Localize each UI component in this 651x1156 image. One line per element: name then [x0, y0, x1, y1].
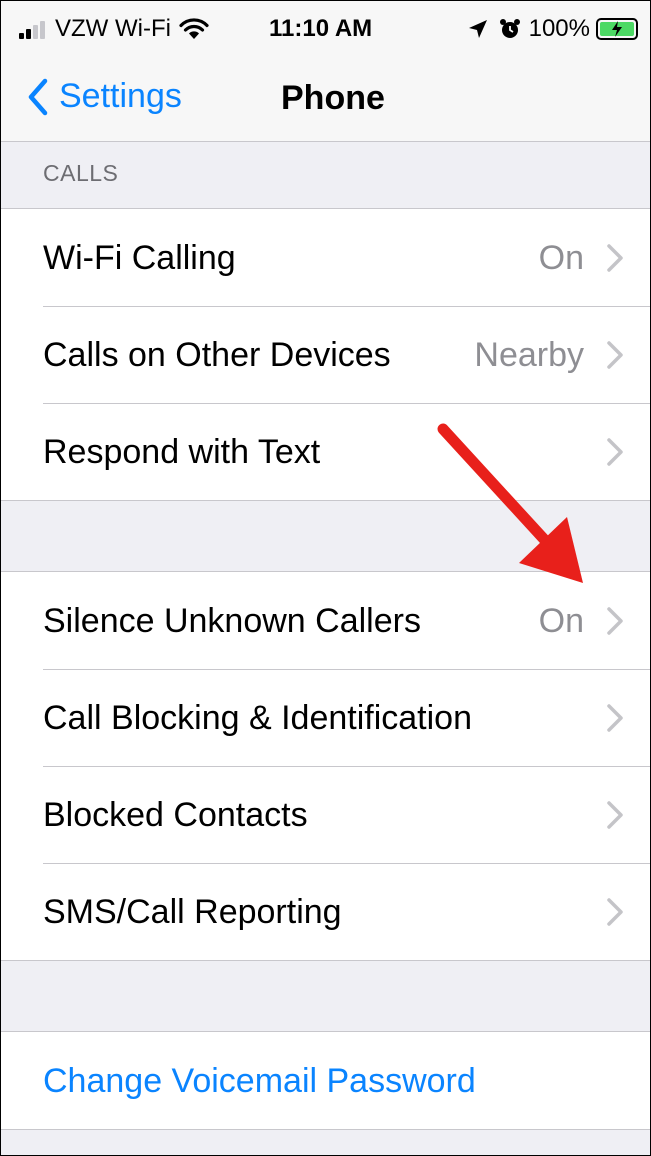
row-calls-on-other-devices[interactable]: Calls on Other Devices Nearby	[1, 306, 650, 403]
section-header-label: CALLS	[43, 160, 119, 186]
row-wifi-calling[interactable]: Wi-Fi Calling On	[1, 209, 650, 306]
status-right: 100%	[467, 15, 638, 43]
row-blocked-contacts[interactable]: Blocked Contacts	[1, 766, 650, 863]
row-value: On	[538, 239, 584, 277]
row-respond-with-text[interactable]: Respond with Text	[1, 403, 650, 500]
row-value: Nearby	[474, 336, 584, 374]
row-silence-unknown-callers[interactable]: Silence Unknown Callers On	[1, 572, 650, 669]
section-header-calls: CALLS	[1, 142, 650, 208]
row-call-blocking-identification[interactable]: Call Blocking & Identification	[1, 669, 650, 766]
location-icon	[468, 20, 487, 38]
row-label: Wi-Fi Calling	[43, 239, 236, 277]
wifi-icon	[179, 18, 209, 39]
chevron-right-icon	[607, 801, 623, 829]
chevron-right-icon	[607, 438, 623, 466]
alarm-icon	[499, 19, 520, 38]
carrier-label: VZW Wi-Fi	[55, 15, 171, 42]
chevron-left-icon	[28, 78, 48, 115]
signal-icon	[19, 19, 47, 39]
status-time: 11:10 AM	[269, 15, 373, 42]
chevron-right-icon	[607, 898, 623, 926]
back-button[interactable]: Settings	[27, 77, 182, 116]
voicemail-group: Change Voicemail Password	[1, 1031, 650, 1130]
battery-percent: 100%	[528, 15, 590, 42]
row-value: On	[538, 602, 584, 640]
row-label: Call Blocking & Identification	[43, 699, 473, 737]
chevron-right-icon	[607, 341, 623, 369]
row-label: Calls on Other Devices	[43, 336, 391, 374]
status-bar: VZW Wi-Fi 11:10 AM 100%	[1, 1, 650, 63]
chevron-right-icon	[607, 244, 623, 272]
calls-group: Wi-Fi Calling On Calls on Other Devices …	[1, 208, 650, 501]
chevron-right-icon	[607, 704, 623, 732]
row-label: Blocked Contacts	[43, 796, 308, 834]
phone-settings-screen: VZW Wi-Fi 11:10 AM 100% Settings Phone C…	[0, 0, 651, 1156]
chevron-right-icon	[607, 607, 623, 635]
blocking-group: Silence Unknown Callers On Call Blocking…	[1, 571, 650, 961]
back-label: Settings	[59, 77, 182, 115]
link-label: Change Voicemail Password	[43, 1062, 476, 1100]
row-label: Silence Unknown Callers	[43, 602, 421, 640]
battery-icon	[596, 18, 638, 40]
change-voicemail-password-link[interactable]: Change Voicemail Password	[1, 1032, 650, 1129]
row-label: SMS/Call Reporting	[43, 893, 342, 931]
status-left: VZW Wi-Fi	[19, 15, 209, 43]
row-label: Respond with Text	[43, 433, 321, 471]
page-title: Phone	[281, 79, 385, 117]
navigation-bar: Settings Phone	[1, 63, 650, 142]
row-sms-call-reporting[interactable]: SMS/Call Reporting	[1, 863, 650, 960]
